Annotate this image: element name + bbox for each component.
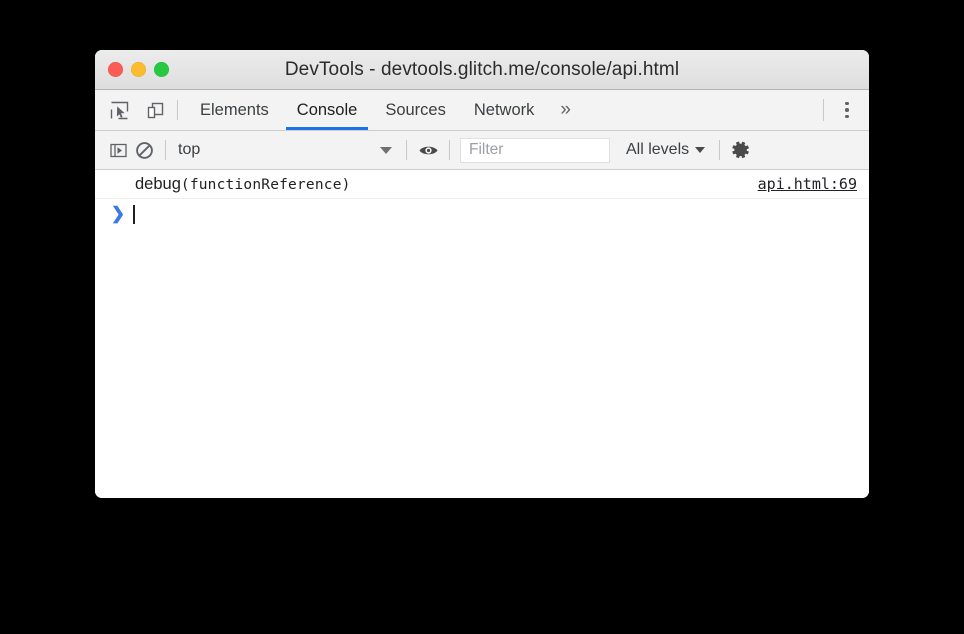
log-level-value: All levels [626, 141, 690, 158]
device-toolbar-button[interactable] [141, 96, 169, 124]
more-options-icon-dot2 [845, 108, 849, 112]
clear-console-button[interactable] [131, 137, 157, 163]
traffic-light-buttons [108, 50, 169, 89]
log-level-dropdown[interactable]: All levels [620, 137, 711, 163]
tab-elements-label: Elements [200, 100, 269, 119]
tabbar-divider [177, 100, 178, 120]
console-message-method: debug [135, 174, 181, 193]
tabbar-right-divider [823, 99, 824, 121]
chevron-down-icon [695, 147, 706, 153]
more-options-icon [845, 101, 849, 106]
more-options-icon-dot3 [845, 114, 849, 119]
filter-input[interactable]: Filter [460, 137, 610, 163]
inspect-element-icon [110, 101, 128, 119]
console-prompt-caret[interactable] [133, 204, 135, 224]
tabbar-icon-group [95, 90, 175, 130]
more-options-button[interactable] [834, 97, 860, 123]
console-toolbar-divider-4 [719, 140, 721, 160]
more-tabs-chevron-icon: » [560, 99, 571, 120]
maximize-window-button[interactable] [154, 62, 169, 77]
console-toolbar: top Filter All levels [95, 131, 869, 170]
tab-console[interactable]: Console [283, 90, 372, 130]
console-sidebar-toggle-icon [109, 143, 127, 157]
chevron-down-icon [380, 146, 392, 154]
devtools-tabbar: Elements Console Sources Network » [95, 90, 869, 131]
tab-network[interactable]: Network [460, 90, 549, 130]
tab-console-label: Console [296, 100, 358, 119]
tab-sources[interactable]: Sources [371, 90, 460, 130]
minimize-window-button[interactable] [131, 62, 146, 77]
console-toolbar-divider-1 [165, 140, 166, 160]
console-message-text: debug(functionReference) [135, 175, 351, 194]
live-expression-eye-icon [419, 146, 437, 154]
execution-context-dropdown[interactable]: top [174, 137, 398, 163]
live-expression-button[interactable] [415, 137, 441, 163]
tab-sources-label: Sources [385, 100, 446, 119]
execution-context-value: top [178, 141, 201, 158]
console-message-source-link[interactable]: api.html:69 [758, 175, 857, 193]
close-window-button[interactable] [108, 62, 123, 77]
console-sidebar-toggle-button[interactable] [105, 137, 131, 163]
clear-console-icon [135, 141, 153, 159]
device-toolbar-icon [147, 102, 163, 118]
tab-network-label: Network [473, 100, 535, 119]
inspect-element-button[interactable] [105, 96, 133, 124]
tab-elements[interactable]: Elements [186, 90, 283, 130]
console-message-row[interactable]: debug(functionReference) api.html:69 [95, 170, 869, 199]
console-message-list[interactable]: debug(functionReference) api.html:69 ❯ [95, 170, 869, 498]
settings-button[interactable] [728, 137, 754, 163]
more-tabs-button[interactable]: » [548, 90, 583, 130]
console-toolbar-divider-2 [406, 140, 407, 160]
panel-tabs: Elements Console Sources Network » [186, 90, 583, 130]
window-title: DevTools - devtools.glitch.me/console/ap… [284, 58, 680, 80]
console-prompt-row[interactable]: ❯ [95, 199, 869, 229]
filter-placeholder: Filter [469, 141, 504, 158]
console-toolbar-divider-3 [449, 140, 450, 160]
tabbar-right-group [817, 90, 869, 130]
devtools-window: DevTools - devtools.glitch.me/console/ap… [95, 50, 869, 498]
console-message-argument: (functionReference) [180, 176, 351, 193]
window-titlebar: DevTools - devtools.glitch.me/console/ap… [95, 50, 869, 90]
settings-gear-icon [732, 141, 749, 159]
prompt-chevron-icon: ❯ [110, 204, 126, 223]
